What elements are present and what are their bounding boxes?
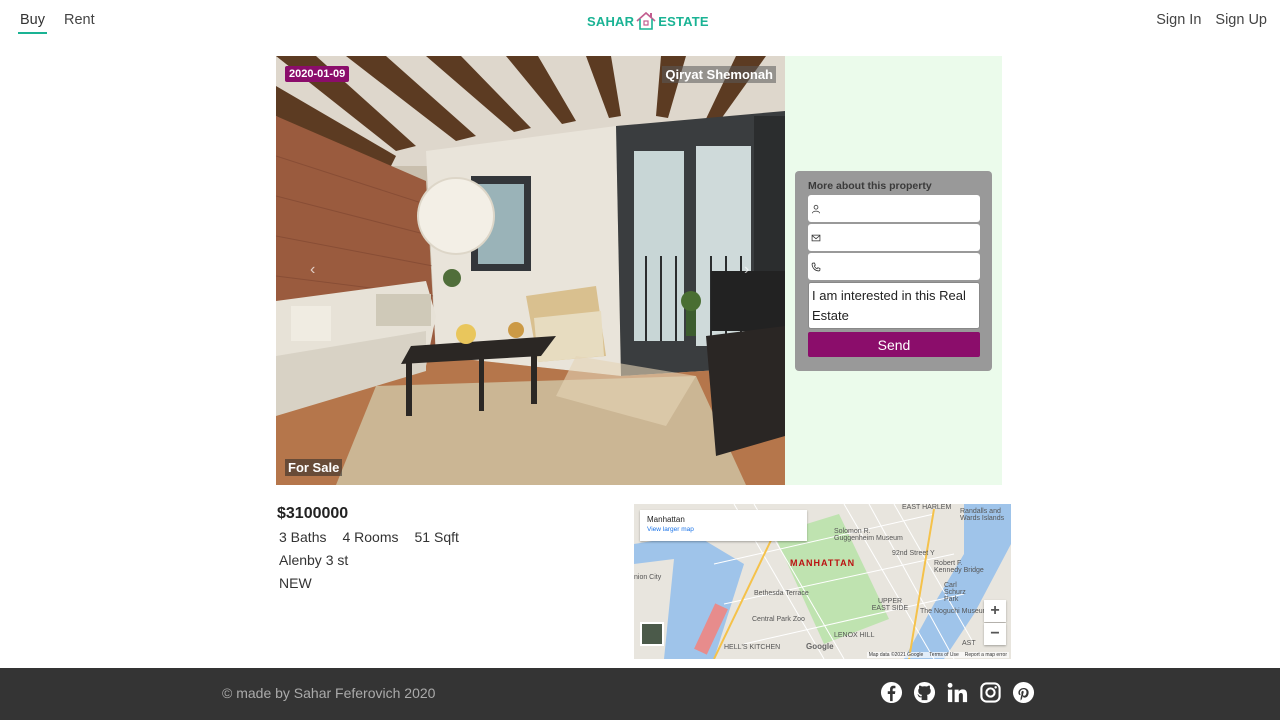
map-label-randalls: Randalls and Wards Islands <box>960 508 1005 522</box>
phone-field[interactable] <box>808 253 980 280</box>
phone-input[interactable] <box>825 256 980 277</box>
email-field[interactable] <box>808 224 980 251</box>
property-photo-carousel[interactable]: 2020-01-09 Qiryat Shemonah For Sale ‹ › <box>276 56 785 485</box>
sign-up-link[interactable]: Sign Up <box>1215 12 1267 28</box>
auth-nav: Sign In Sign Up <box>1156 12 1267 28</box>
city-badge: Qiryat Shemonah <box>662 66 776 83</box>
message-textarea[interactable]: I am interested in this Real Estate <box>808 282 980 329</box>
size-value: 51 Sqft <box>414 529 459 545</box>
google-logo: Google <box>806 642 834 651</box>
map-label-hells-kitchen: HELL'S KITCHEN <box>724 644 781 651</box>
listing-condition: NEW <box>279 575 312 591</box>
envelope-icon <box>811 234 821 241</box>
sale-status-badge: For Sale <box>285 459 343 476</box>
logo-text-left: SAHAR <box>587 14 635 29</box>
map-label-upper-east: UPPER EAST SIDE <box>871 598 909 612</box>
map-label-bethesda: Bethesda Terrace <box>754 590 809 597</box>
nav-buy-link[interactable]: Buy <box>18 12 47 34</box>
map-label-union-city: nion City <box>634 574 662 581</box>
listing-date-badge: 2020-01-09 <box>285 66 350 82</box>
contact-form: More about this property I am interested… <box>795 171 992 371</box>
satellite-toggle-button[interactable] <box>640 622 664 646</box>
map-attribution: Map data ©2021 Google Terms of Use Repor… <box>866 652 1009 658</box>
report-map-error-link[interactable]: Report a map error <box>965 652 1007 658</box>
rooms-count: 4 Rooms <box>342 529 399 545</box>
linkedin-icon[interactable] <box>946 681 969 704</box>
map-label-noguchi: The Noguchi Museum <box>920 608 989 615</box>
map-label-92nd-street: 92nd Street Y <box>892 550 935 557</box>
map-label-guggenheim: Solomon R. Guggenheim Museum <box>834 528 903 542</box>
facebook-icon[interactable] <box>880 681 903 704</box>
map-label-manhattan: MANHATTAN <box>790 558 856 568</box>
house-logo-icon <box>636 11 656 30</box>
site-footer: © made by Sahar Feferovich 2020 <box>0 668 1280 720</box>
social-links <box>880 681 1035 704</box>
user-icon <box>812 204 820 213</box>
map-data-text: Map data ©2021 Google <box>868 652 924 658</box>
listing-type-nav: Buy Rent <box>18 12 97 34</box>
location-map[interactable]: Manhattan View larger map EAST HARLEM Ra… <box>634 504 1011 659</box>
carousel-prev-icon[interactable]: ‹ <box>310 261 315 279</box>
top-navbar: Buy Rent SAHAR ESTATE Sign In Sign Up <box>0 0 1280 44</box>
name-field[interactable] <box>808 195 980 222</box>
logo-text-right: ESTATE <box>658 14 709 29</box>
map-zoom-out-button[interactable]: − <box>984 623 1006 645</box>
instagram-icon[interactable] <box>979 681 1002 704</box>
listing-address: Alenby 3 st <box>279 552 349 568</box>
map-label-zoo: Central Park Zoo <box>752 616 805 623</box>
listing-price: $3100000 <box>277 505 349 522</box>
sign-in-link[interactable]: Sign In <box>1156 12 1201 28</box>
listing-specs: 3 Baths 4 Rooms 51 Sqft <box>279 529 459 545</box>
map-label-carl-schurz: Carl Schurz Park <box>944 582 966 603</box>
pinterest-icon[interactable] <box>1012 681 1035 704</box>
map-label-kennedy-bridge: Robert F. Kennedy Bridge <box>934 560 984 574</box>
copyright-text: © made by Sahar Feferovich 2020 <box>222 685 436 701</box>
nav-rent-link[interactable]: Rent <box>62 12 97 34</box>
name-input[interactable] <box>825 198 980 219</box>
email-input[interactable] <box>825 227 980 248</box>
living-room-photo <box>276 56 785 485</box>
carousel-next-icon[interactable]: › <box>744 261 749 279</box>
site-logo[interactable]: SAHAR ESTATE <box>587 10 709 30</box>
phone-icon <box>811 262 821 271</box>
map-label-lenox-hill: LENOX HILL <box>834 632 875 639</box>
map-label-astoria: AST <box>962 640 976 647</box>
map-zoom-in-button[interactable]: + <box>984 600 1006 622</box>
view-larger-map-link[interactable]: View larger map <box>647 526 800 533</box>
send-button[interactable]: Send <box>808 332 980 357</box>
map-place-name: Manhattan <box>647 515 685 524</box>
map-place-card: Manhattan View larger map <box>640 510 807 541</box>
baths-count: 3 Baths <box>279 529 327 545</box>
github-icon[interactable] <box>913 681 936 704</box>
contact-form-title: More about this property <box>808 180 932 192</box>
map-label-east-harlem: EAST HARLEM <box>902 504 952 511</box>
terms-link[interactable]: Terms of Use <box>929 652 958 658</box>
